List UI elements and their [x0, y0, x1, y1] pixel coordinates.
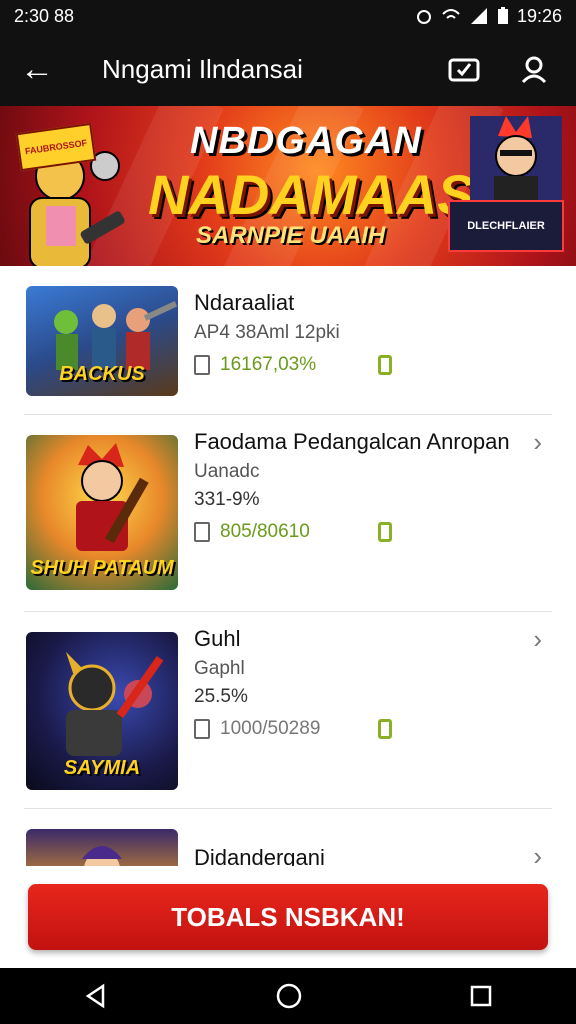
back-button[interactable]: ← — [20, 50, 68, 89]
recents-square-icon[interactable] — [469, 984, 493, 1008]
banner-tag: DLECHFLAIER — [448, 200, 564, 252]
item-meta: AP4 38Aml 12pki — [194, 322, 340, 343]
game-thumbnail: BACKUS — [26, 286, 178, 396]
status-icons: 19:26 — [415, 6, 562, 27]
cta-button[interactable]: TOBALS NSBKAN! — [28, 884, 548, 950]
list-item[interactable]: SAYMIA Guhl Gaphl 25.5% 1000/50289 › — [24, 612, 552, 809]
wifi-icon — [442, 9, 460, 19]
item-percent: 331-9% — [194, 489, 260, 510]
status-time: 2:30 88 — [14, 5, 75, 26]
profile-button[interactable] — [512, 47, 556, 91]
document-icon — [194, 355, 210, 375]
thumbnail-caption: SHUH PATAUM — [30, 557, 174, 579]
banner-headline: NADAMAAS! — [148, 163, 494, 226]
status-bar: 2:30 88 19:26 — [0, 0, 576, 32]
item-stat: 805/80610 — [220, 521, 310, 542]
item-stats: 16167,03% — [194, 354, 552, 376]
item-info: Faodama Pedangalcan Anropan Uanadc 331-9… — [194, 429, 552, 543]
back-triangle-icon[interactable] — [83, 983, 109, 1009]
item-stats: 1000/50289 — [194, 718, 552, 740]
share-button[interactable] — [442, 47, 486, 91]
promo-banner[interactable]: FAUBROSSOF NBDGAGAN NADAMAAS! SARNPIE UA… — [0, 106, 576, 266]
item-title: Guhl — [194, 626, 241, 651]
item-title: Faodama Pedangalcan Anropan — [194, 429, 510, 454]
banner-headline-top: NBDGAGAN — [190, 120, 422, 162]
item-meta: Uanadc — [194, 461, 260, 482]
item-info: Ndaraaliat AP4 38Aml 12pki 16167,03% — [194, 290, 552, 376]
thumbnail-caption: BACKUS — [59, 363, 145, 385]
signal-icon — [470, 8, 487, 24]
item-title: Ndaraaliat — [194, 290, 295, 315]
game-list: BACKUS Ndaraaliat AP4 38Aml 12pki 16167,… — [0, 266, 576, 889]
cta-area: TOBALS NSBKAN! — [0, 866, 576, 968]
system-nav-bar — [0, 968, 576, 1024]
document-icon — [194, 522, 210, 542]
alarm-icon — [416, 10, 431, 24]
chevron-right-icon[interactable]: › — [533, 427, 542, 458]
document-icon — [194, 719, 210, 739]
list-item[interactable]: SHUH PATAUM Faodama Pedangalcan Anropan … — [24, 415, 552, 612]
chevron-right-icon[interactable]: › — [533, 624, 542, 655]
status-clock: 19:26 — [516, 5, 562, 26]
item-stat: 1000/50289 — [220, 718, 321, 739]
item-percent: 25.5% — [194, 686, 248, 707]
item-info: Guhl Gaphl 25.5% 1000/50289 — [194, 626, 552, 740]
game-thumbnail: SHUH PATAUM — [26, 435, 178, 590]
banner-hero-right — [470, 116, 562, 206]
banner-subheadline: SARNPIE UAAIH — [196, 222, 386, 249]
share-icon — [448, 58, 480, 82]
thumbnail-caption: SAYMIA — [63, 757, 141, 779]
battery-icon — [378, 719, 392, 739]
item-stats: 805/80610 — [194, 521, 552, 543]
list-item[interactable]: BACKUS Ndaraaliat AP4 38Aml 12pki 16167,… — [24, 266, 552, 415]
home-circle-icon[interactable] — [275, 982, 303, 1010]
item-meta: Gaphl — [194, 658, 245, 679]
game-thumbnail: SAYMIA — [26, 632, 178, 790]
page-title: Nngami Ilndansai — [102, 53, 303, 84]
item-stat: 16167,03% — [220, 354, 317, 375]
user-icon — [521, 56, 547, 84]
app-bar: ← Nngami Ilndansai — [0, 32, 576, 106]
battery-icon — [378, 522, 392, 542]
battery-icon — [497, 7, 508, 24]
battery-icon — [378, 355, 392, 375]
